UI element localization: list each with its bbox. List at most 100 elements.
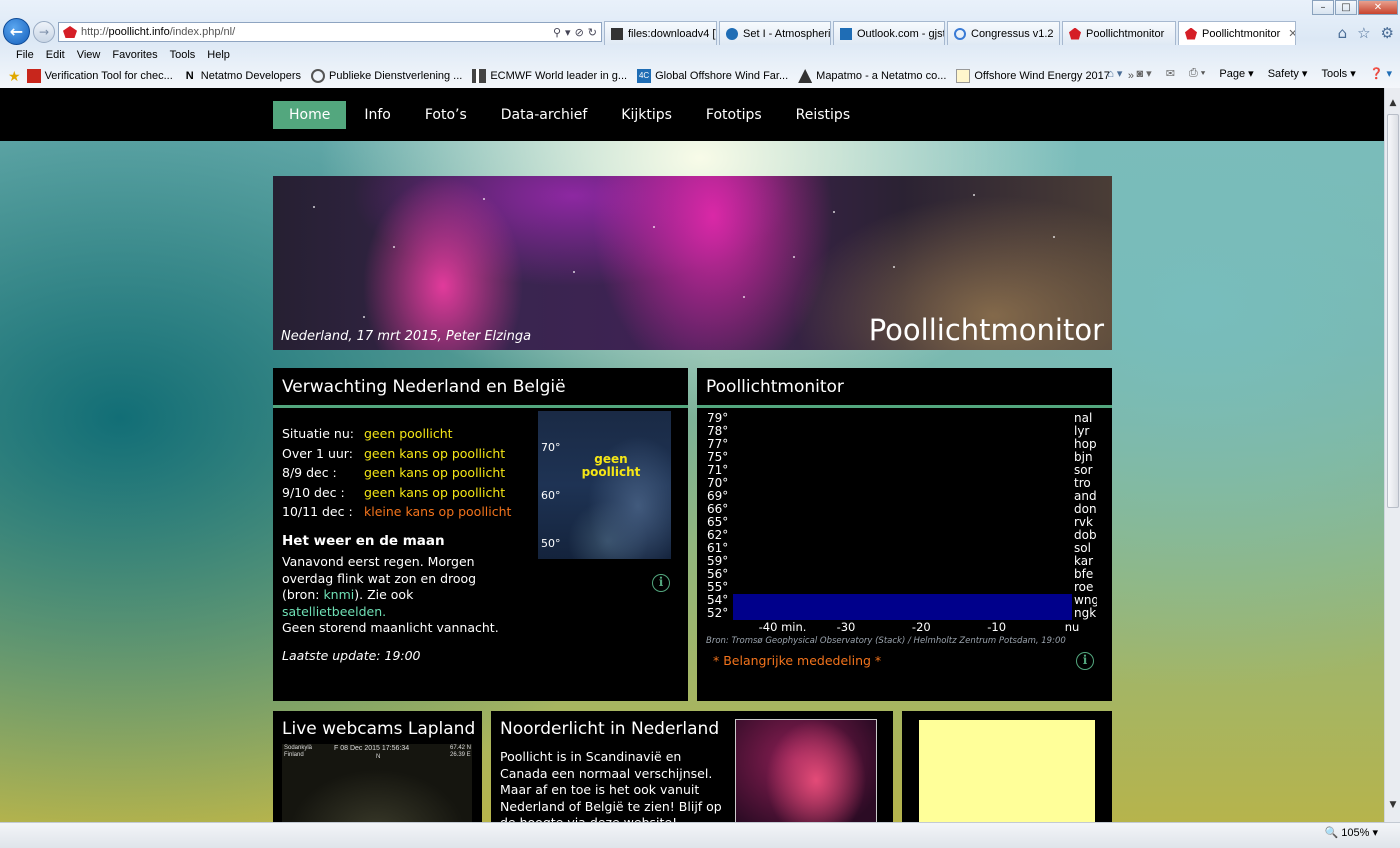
nav-fototips[interactable]: Fototips xyxy=(690,101,778,129)
dropdown-icon[interactable]: ▾ xyxy=(565,26,571,39)
x-tick-label: -20 xyxy=(912,620,931,633)
tab[interactable]: Set I - Atmospheric ... xyxy=(719,21,831,45)
outlook-icon xyxy=(840,27,852,40)
nav-info[interactable]: Info xyxy=(348,101,407,129)
tab-favicon-icon xyxy=(1069,27,1081,40)
close-window-button[interactable]: ✕ xyxy=(1358,0,1398,15)
nav-kijktips[interactable]: Kijktips xyxy=(605,101,688,129)
menu-view[interactable]: View xyxy=(71,47,107,64)
aurora-map[interactable]: 70° 60° 50° geen poollicht xyxy=(538,411,671,559)
zoom-level[interactable]: 🔍 105% ▾ xyxy=(1325,826,1378,839)
favorite-link[interactable]: ECMWF World leader in g... xyxy=(472,69,627,83)
banner-title: Poollichtmonitor xyxy=(868,313,1104,347)
weather-text: Vanavond eerst regen. Morgen overdag fli… xyxy=(282,554,499,635)
close-tab-icon[interactable]: ✕ xyxy=(1288,27,1295,40)
station-label: hop xyxy=(1074,437,1097,451)
station-label: lyr xyxy=(1074,424,1089,438)
netatmo-icon: N xyxy=(185,70,194,82)
map-lat-label: 70° xyxy=(541,441,561,454)
station-label: roe xyxy=(1074,580,1093,594)
banner-caption: Nederland, 17 mrt 2015, Peter Elzinga xyxy=(281,329,532,344)
station-label: nal xyxy=(1074,411,1092,425)
site-favicon-icon xyxy=(63,26,77,38)
third-panel xyxy=(902,711,1112,822)
forward-button[interactable]: → xyxy=(33,21,55,43)
satellite-link[interactable]: satellietbeelden. xyxy=(282,604,386,619)
webcam-image[interactable]: Sodankylä Finland F 08 Dec 2015 17:56:34… xyxy=(282,744,472,822)
latitude-label: 52° xyxy=(707,606,728,620)
menu-favorites[interactable]: Favorites xyxy=(106,47,163,64)
x-tick-label: -10 xyxy=(987,620,1006,633)
info-icon[interactable]: i xyxy=(1076,652,1094,670)
safety-menu[interactable]: Safety ▾ xyxy=(1268,67,1308,80)
ecmwf-icon xyxy=(472,69,487,83)
noorderlicht-text: Poollicht is in Scandinavië en Canada ee… xyxy=(500,749,722,822)
tab-favicon-icon xyxy=(726,27,738,40)
favorite-link[interactable]: Publieke Dienstverlening ... xyxy=(311,69,462,83)
mapatmo-icon xyxy=(798,69,813,83)
scroll-up-icon[interactable]: ▲ xyxy=(1387,98,1399,110)
stop-icon[interactable]: ⊘ xyxy=(575,26,584,39)
scrollbar-thumb[interactable] xyxy=(1387,114,1399,508)
page-menu[interactable]: Page ▾ xyxy=(1219,67,1253,80)
station-label: dob xyxy=(1074,528,1097,542)
aurora-banner: Nederland, 17 mrt 2015, Peter Elzinga Po… xyxy=(273,176,1112,350)
tab[interactable]: Congressus v1.2 xyxy=(947,21,1060,45)
favorite-link[interactable]: Offshore Wind Energy 2017 xyxy=(956,69,1110,83)
menu-edit[interactable]: Edit xyxy=(40,47,71,64)
latitude-label: 55° xyxy=(707,580,728,594)
favorite-link[interactable]: 4C Global Offshore Wind Far... xyxy=(637,69,788,83)
station-label: tro xyxy=(1074,476,1091,490)
command-bar: ⌂ ▾ ◙ ▾ ✉ ⎙ ▾ Page ▾ Safety ▾ Tools ▾ ❓ … xyxy=(1107,67,1392,80)
minimize-button[interactable]: – xyxy=(1312,0,1334,15)
nav-fotos[interactable]: Foto’s xyxy=(409,101,483,129)
add-favorite-icon[interactable]: ★ xyxy=(8,68,21,85)
address-bar[interactable]: http://poollicht.info/index.php/nl/ ⚲ ▾ … xyxy=(58,22,602,42)
info-icon[interactable]: i xyxy=(652,574,670,592)
home-command-icon[interactable]: ⌂ ▾ xyxy=(1107,67,1122,80)
station-label: don xyxy=(1074,502,1097,516)
menu-tools[interactable]: Tools xyxy=(164,47,202,64)
back-button[interactable]: ← xyxy=(3,18,30,45)
tab[interactable]: files:downloadv4 [T... xyxy=(604,21,717,45)
refresh-icon[interactable]: ↻ xyxy=(588,26,597,39)
favorite-link[interactable]: Mapatmo - a Netatmo co... xyxy=(798,69,946,83)
feeds-icon[interactable]: ◙ ▾ xyxy=(1136,67,1151,80)
knmi-link[interactable]: knmi xyxy=(323,587,354,602)
menu-help[interactable]: Help xyxy=(201,47,236,64)
home-icon[interactable]: ⌂ xyxy=(1338,24,1348,42)
settings-gear-icon[interactable]: ⚙ xyxy=(1381,24,1394,42)
aurora-photo[interactable] xyxy=(735,719,877,822)
search-icon[interactable]: ⚲ xyxy=(553,26,561,39)
favorites-star-icon[interactable]: ☆ xyxy=(1357,24,1370,42)
favorite-link[interactable]: Verification Tool for chec... xyxy=(26,69,173,83)
url-text[interactable]: http://poollicht.info/index.php/nl/ xyxy=(81,26,553,38)
tab-active[interactable]: Poollichtmonitor✕ xyxy=(1178,21,1296,45)
station-label: sor xyxy=(1074,463,1093,477)
mail-icon[interactable]: ✉ xyxy=(1166,67,1175,80)
tab-favicon-icon xyxy=(1185,27,1197,40)
maximize-button[interactable]: □ xyxy=(1335,0,1357,15)
important-notice-link[interactable]: * Belangrijke mededeling * xyxy=(713,653,881,668)
tools-menu[interactable]: Tools ▾ xyxy=(1321,67,1355,80)
forecast-row: 10/11 dec : kleine kans op poollicht xyxy=(282,504,512,520)
tab[interactable]: Outlook.com - gjst... xyxy=(833,21,945,45)
nav-data-archief[interactable]: Data-archief xyxy=(485,101,604,129)
latitude-label: 70° xyxy=(707,476,728,490)
menu-file[interactable]: File xyxy=(10,47,40,64)
help-icon[interactable]: ❓ ▾ xyxy=(1370,67,1392,80)
last-update: Laatste update: 19:00 xyxy=(282,648,421,663)
noorderlicht-panel: Noorderlicht in Nederland Poollicht is i… xyxy=(491,711,893,822)
vertical-scrollbar[interactable]: ▲ ▼ xyxy=(1384,88,1400,822)
webcams-panel: Live webcams Lapland Sodankylä Finland F… xyxy=(273,711,482,822)
print-icon[interactable]: ⎙ ▾ xyxy=(1189,67,1205,80)
nav-reistips[interactable]: Reistips xyxy=(780,101,866,129)
nav-home[interactable]: Home xyxy=(273,101,347,129)
station-label: bjn xyxy=(1074,450,1093,464)
favorite-link[interactable]: N Netatmo Developers xyxy=(183,69,301,83)
site-navbar: Home Info Foto’s Data-archief Kijktips F… xyxy=(0,88,1384,141)
scroll-down-icon[interactable]: ▼ xyxy=(1387,800,1399,812)
latitude-label: 54° xyxy=(707,593,728,607)
magnetometer-chart: 79° nal 78° lyr 77° hop 75° bjn 71° sor 70° tro 69° a… xyxy=(707,411,1097,633)
tab[interactable]: Poollichtmonitor xyxy=(1062,21,1176,45)
